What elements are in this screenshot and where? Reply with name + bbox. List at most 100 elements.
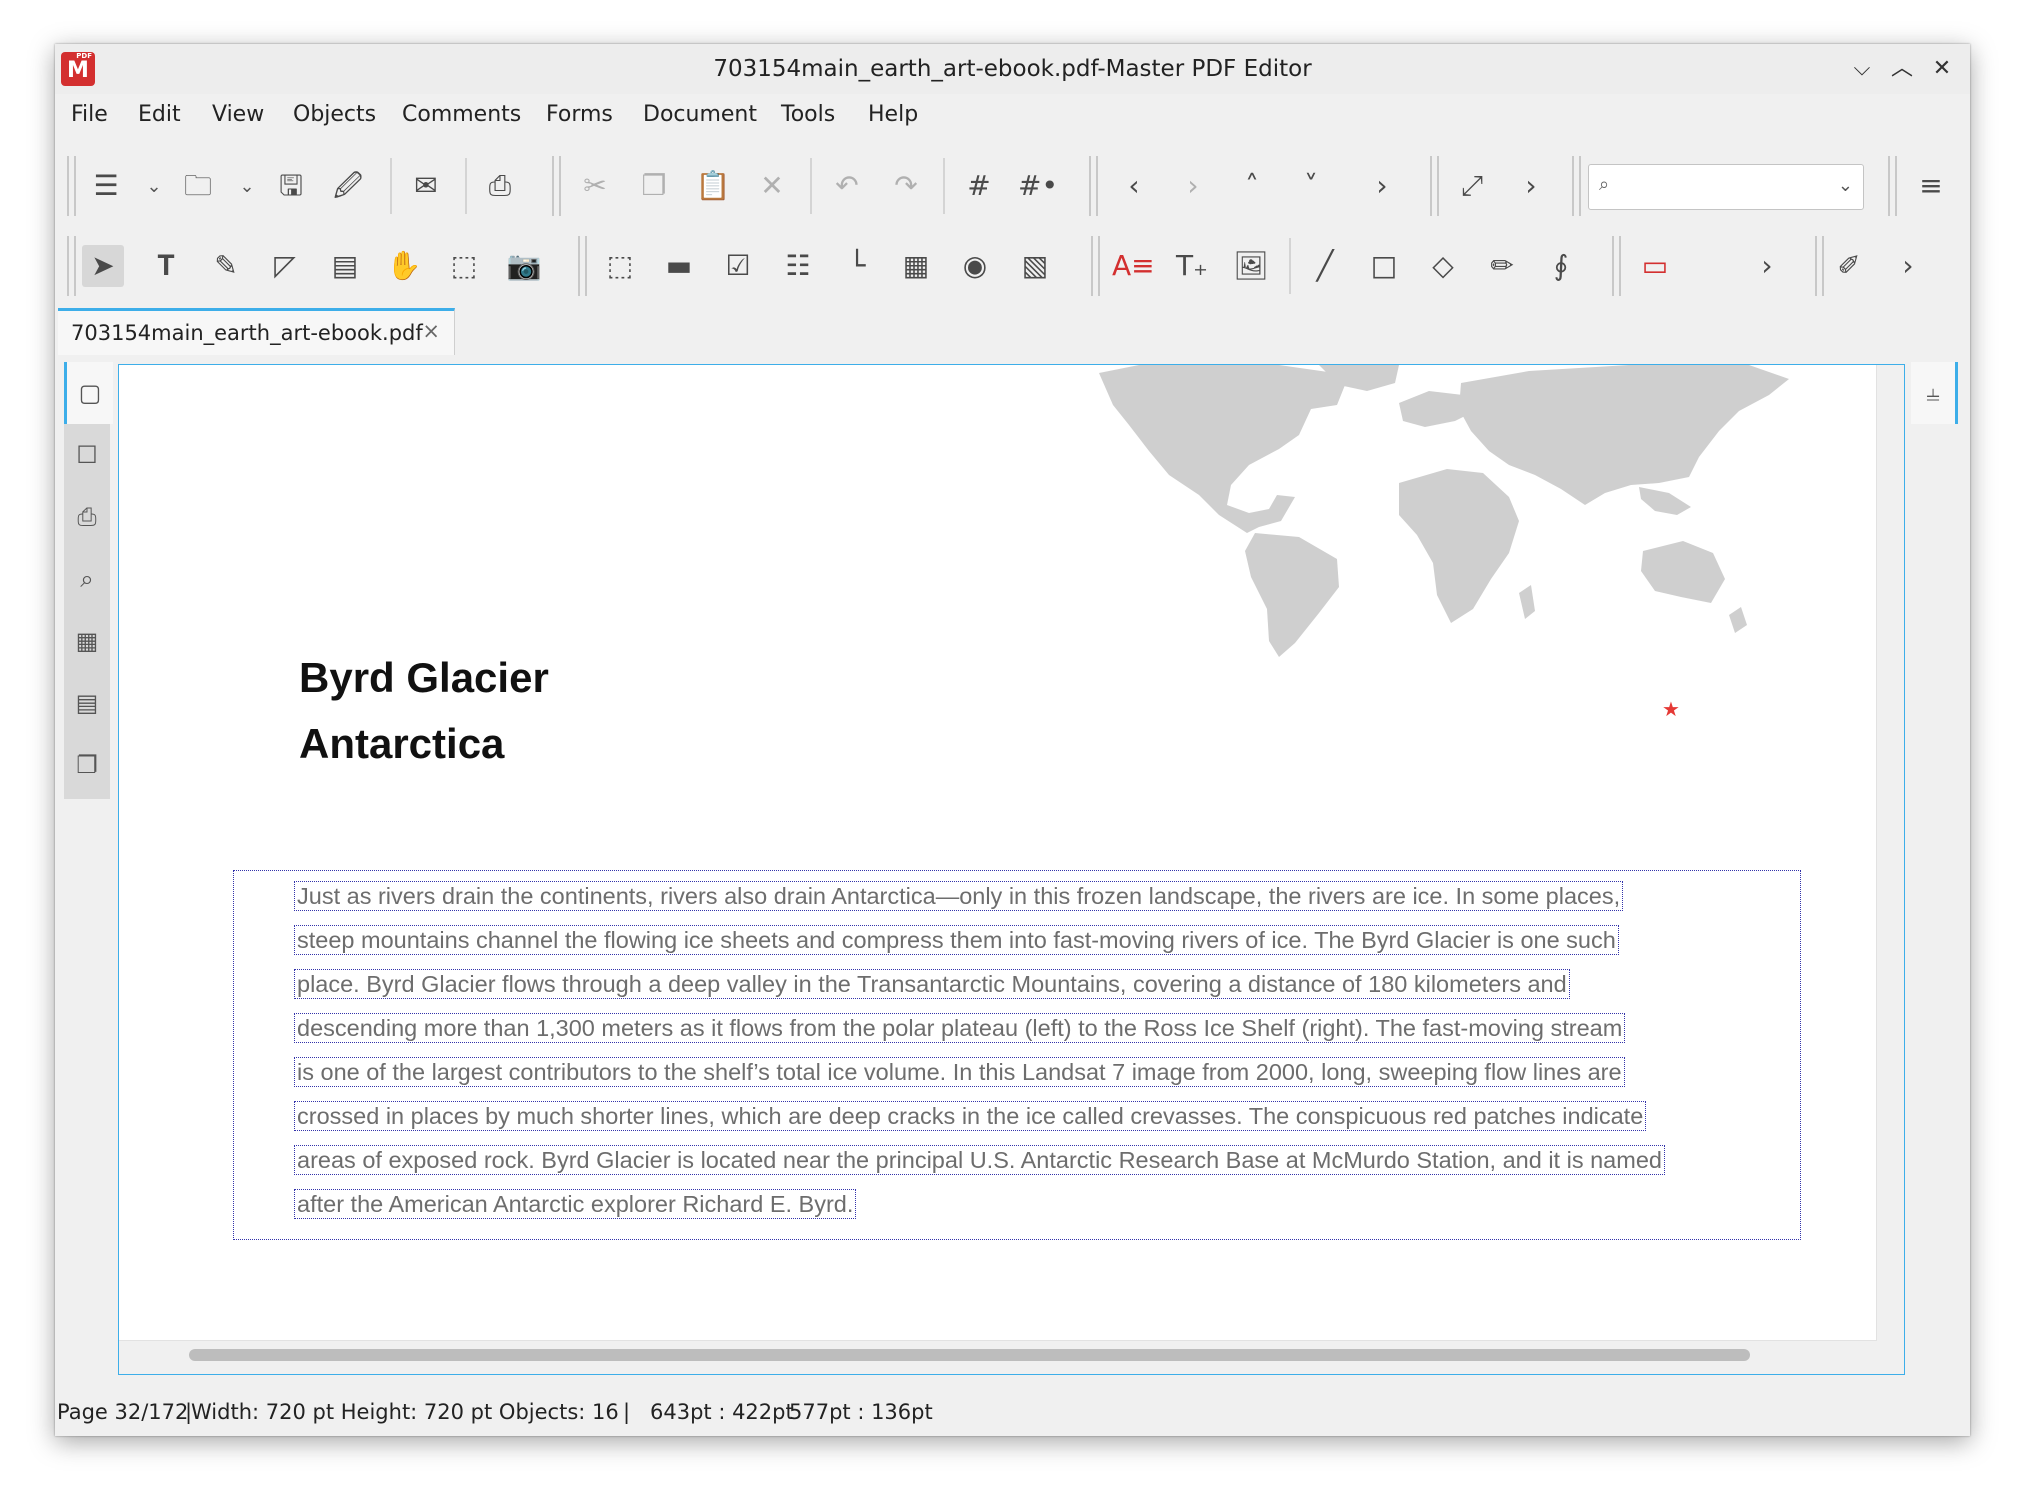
toolbar-grip[interactable] (552, 156, 561, 216)
radio-button-icon[interactable]: ◉ (954, 245, 996, 287)
more-chevron-icon[interactable]: › (1510, 165, 1552, 207)
close-tab-icon[interactable]: × (422, 319, 440, 343)
hand-pan-icon[interactable]: ✋ (383, 245, 425, 287)
text-line[interactable]: place. Byrd Glacier flows through a deep… (294, 969, 1570, 999)
rectangle-icon[interactable]: □ (1363, 245, 1405, 287)
fit-page-icon[interactable]: ⤢ (1451, 165, 1493, 207)
document-viewport[interactable]: Byrd Glacier Antarctica ★ Just as rivers… (118, 364, 1905, 1375)
text-line[interactable]: Just as rivers drain the continents, riv… (294, 881, 1624, 911)
text-line[interactable]: is one of the largest contributors to th… (294, 1057, 1625, 1087)
cut-icon[interactable]: ✂ (574, 165, 616, 207)
text-line[interactable]: steep mountains channel the flowing ice … (294, 925, 1619, 955)
save-as-icon[interactable]: 🖉 (327, 165, 369, 207)
chevron-down-icon[interactable]: ⌄ (144, 172, 164, 202)
search-box[interactable]: ⌕ ⌄ (1588, 164, 1864, 210)
marquee-select-icon[interactable]: ⬚ (443, 245, 485, 287)
toolbar-grip[interactable] (1572, 156, 1581, 216)
close-button[interactable]: ✕ (1927, 54, 1957, 84)
next-page-icon[interactable]: › (1172, 165, 1214, 207)
button-field-icon[interactable]: ▬ (658, 245, 700, 287)
previous-page-icon[interactable]: ‹ (1113, 165, 1155, 207)
signature-field-icon[interactable]: ▧ (1014, 245, 1056, 287)
pdf-page[interactable]: Byrd Glacier Antarctica ★ Just as rivers… (119, 365, 1877, 1341)
snap-grid-icon[interactable]: #• (1017, 165, 1059, 207)
chevron-down-icon[interactable]: ⌄ (237, 172, 257, 202)
form-edit-icon[interactable]: ▤ (324, 245, 366, 287)
delete-icon[interactable]: ✕ (751, 165, 793, 207)
toolbar-grip[interactable] (1815, 236, 1824, 296)
open-folder-icon[interactable]: 🗀 (177, 165, 219, 207)
toolbar-grip[interactable] (67, 236, 76, 296)
menu-tools[interactable]: Tools (781, 102, 835, 127)
toolbar-grip[interactable] (578, 236, 587, 296)
horizontal-scrollbar[interactable] (189, 1349, 1750, 1361)
menu-forms[interactable]: Forms (546, 102, 613, 127)
toolbar-grip[interactable] (1612, 236, 1621, 296)
properties-toggle-icon[interactable]: ⫨ (1911, 362, 1958, 424)
select-arrow-icon[interactable]: ➤ (82, 245, 124, 287)
minimize-button[interactable]: ⌵ (1847, 54, 1877, 84)
red-comment-icon[interactable]: ▭ (1634, 245, 1676, 287)
save-icon[interactable]: 🖫 (270, 165, 312, 207)
more-chevron-icon[interactable]: › (1746, 245, 1788, 287)
hamburger-menu-icon[interactable]: ≡ (1910, 165, 1952, 207)
toolbar-grip[interactable] (1430, 156, 1439, 216)
page-thumbnails-icon[interactable]: ▢ (64, 362, 113, 424)
chevron-down-icon[interactable]: ⌄ (1838, 175, 1853, 196)
more-chevron-icon[interactable]: › (1887, 245, 1929, 287)
search-input[interactable] (1625, 171, 1819, 203)
text-line[interactable]: after the American Antarctic explorer Ri… (294, 1189, 857, 1219)
eraser-icon[interactable]: ✐ (1828, 245, 1870, 287)
grid-icon[interactable]: # (958, 165, 1000, 207)
edit-object-icon[interactable]: ✎ (205, 245, 247, 287)
email-icon[interactable]: ✉ (405, 165, 447, 207)
polygon-icon[interactable]: ◇ (1422, 245, 1464, 287)
add-text-icon[interactable]: T₊ (1171, 245, 1213, 287)
attachments-icon[interactable]: ⎙ (64, 486, 110, 548)
document-tab[interactable]: 703154main_earth_art-ebook.pdf × (58, 308, 455, 355)
layers-icon[interactable]: ▦ (64, 610, 110, 672)
edit-text-icon[interactable]: 𝐓 (145, 245, 187, 287)
signature-icon[interactable]: ∮ (1540, 245, 1582, 287)
checkbox-field-icon[interactable]: ☑ (717, 245, 759, 287)
menu-file[interactable]: File (71, 102, 108, 127)
menu-view[interactable]: View (212, 102, 264, 127)
text-highlight-icon[interactable]: A≡ (1112, 245, 1155, 287)
line-icon[interactable]: ╱ (1304, 245, 1346, 287)
text-block-selection[interactable]: Just as rivers drain the continents, riv… (233, 870, 1801, 1240)
pages-copy-icon[interactable]: ❐ (64, 734, 110, 796)
snapshot-camera-icon[interactable]: 📷 (503, 245, 545, 287)
text-line[interactable]: descending more than 1,300 meters as it … (294, 1013, 1626, 1043)
pencil-icon[interactable]: ✏ (1481, 245, 1523, 287)
bookmarks-icon[interactable]: ☐ (64, 424, 110, 486)
menu-edit[interactable]: Edit (138, 102, 181, 127)
add-image-icon[interactable]: 🖼 (1230, 245, 1272, 287)
maximize-button[interactable]: ︿ (1887, 54, 1917, 84)
undo-icon[interactable]: ↶ (826, 165, 868, 207)
search-icon[interactable]: ⌕ (64, 548, 110, 610)
signatures-icon[interactable]: ▤ (64, 672, 110, 734)
toolbar-grip[interactable] (67, 156, 76, 216)
list-field-icon[interactable]: ▦ (895, 245, 937, 287)
new-document-icon[interactable]: ☰ (85, 165, 127, 207)
toolbar-grip[interactable] (1888, 156, 1897, 216)
menu-help[interactable]: Help (868, 102, 918, 127)
more-chevron-icon[interactable]: › (1361, 165, 1403, 207)
menu-objects[interactable]: Objects (293, 102, 376, 127)
text-field-icon[interactable]: ⬚ (599, 245, 641, 287)
menu-comments[interactable]: Comments (402, 102, 521, 127)
paste-icon[interactable]: 📋 (692, 165, 734, 207)
toolbar-grip[interactable] (1091, 236, 1100, 296)
text-line[interactable]: areas of exposed rock. Byrd Glacier is l… (294, 1145, 1665, 1175)
last-page-icon[interactable]: ˅ (1290, 165, 1332, 207)
combobox-field-icon[interactable]: └ (836, 245, 878, 287)
text-line[interactable]: crossed in places by much shorter lines,… (294, 1101, 1647, 1131)
redo-icon[interactable]: ↷ (885, 165, 927, 207)
copy-icon[interactable]: ❐ (633, 165, 675, 207)
listbox-field-icon[interactable]: ☷ (777, 245, 819, 287)
first-page-icon[interactable]: ˄ (1231, 165, 1273, 207)
add-link-icon[interactable]: ◸ (264, 245, 306, 287)
print-icon[interactable]: ⎙ (479, 165, 521, 207)
toolbar-grip[interactable] (1089, 156, 1098, 216)
menu-document[interactable]: Document (643, 102, 757, 127)
